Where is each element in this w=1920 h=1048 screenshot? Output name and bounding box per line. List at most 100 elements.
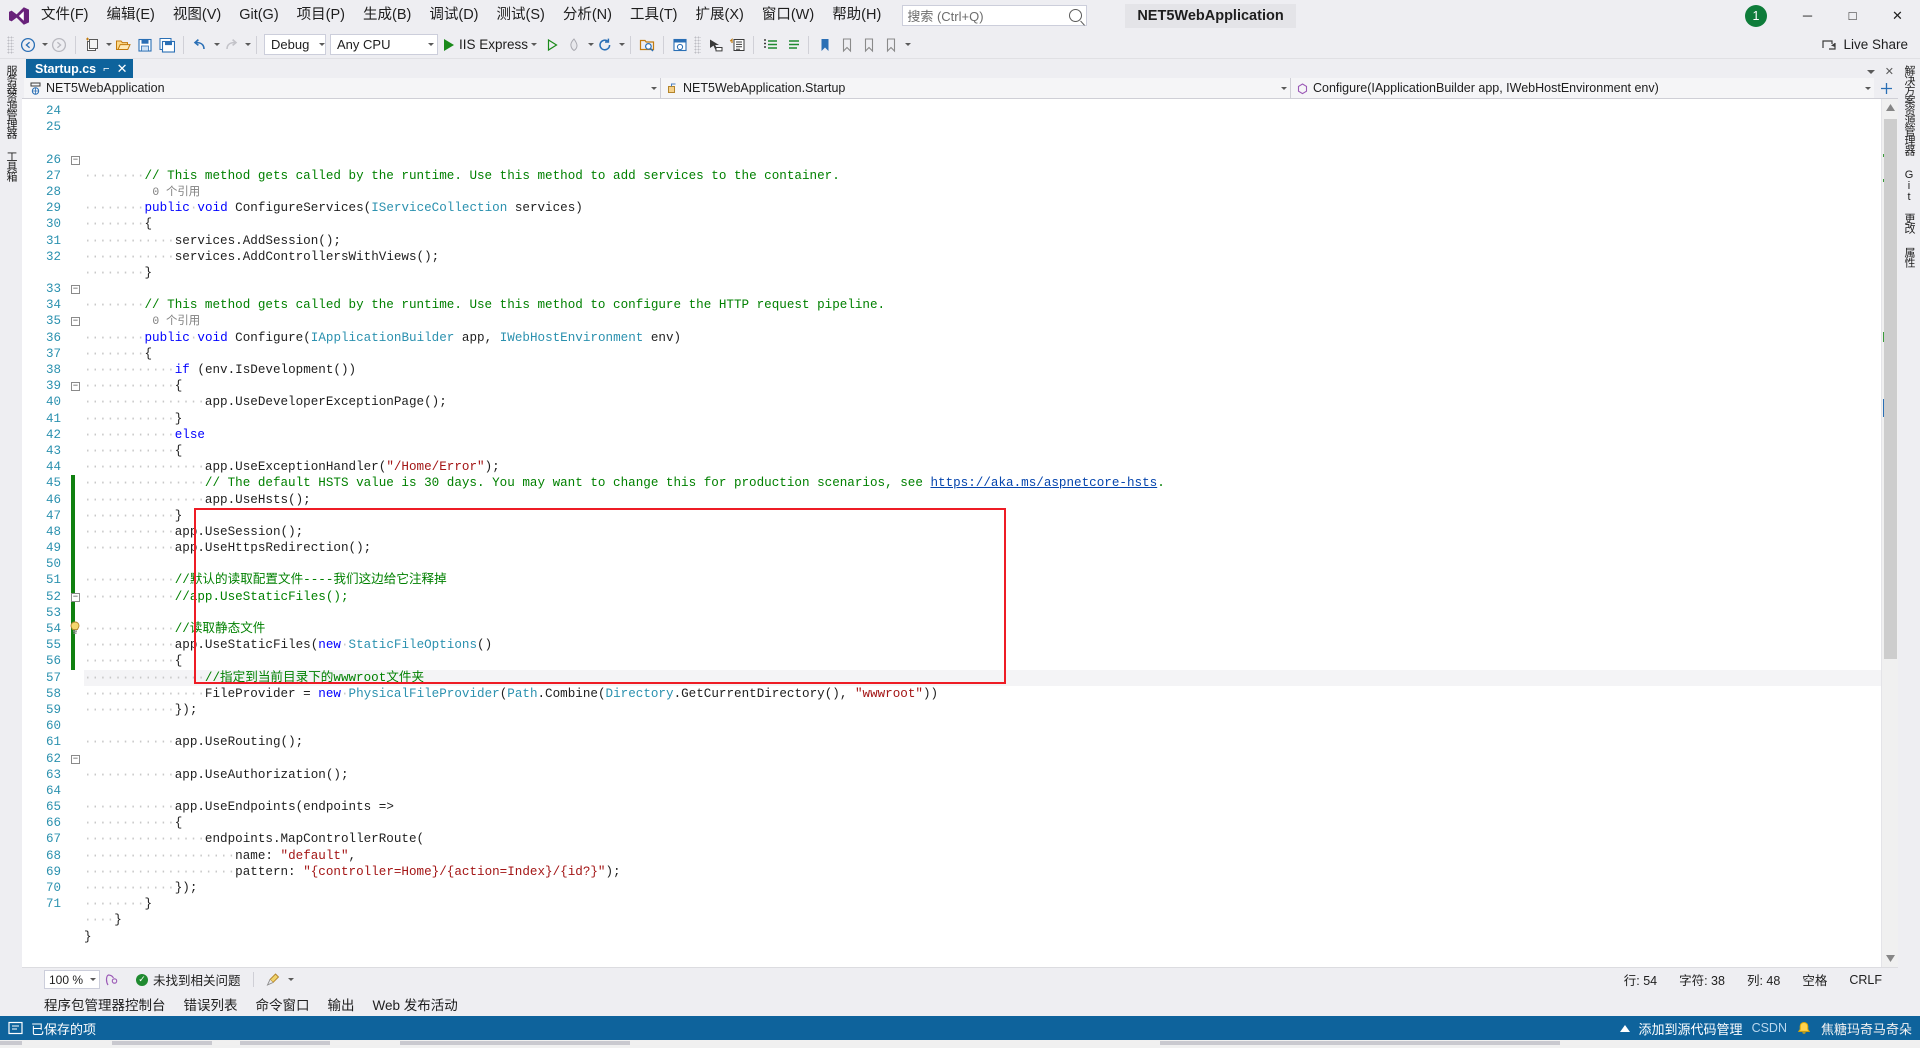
menu-tools[interactable]: 工具(T)	[621, 2, 687, 29]
navigate-backward-icon[interactable]	[17, 34, 39, 56]
menu-edit[interactable]: 编辑(E)	[98, 2, 164, 29]
zoom-level-combo[interactable]: 100 %	[44, 970, 100, 989]
code-line[interactable]: ············app.UseEndpoints(endpoints =…	[84, 799, 1881, 815]
issues-indicator[interactable]: ✓ 未找到相关问题	[136, 970, 241, 989]
code-line[interactable]: ············if (env.IsDevelopment())	[84, 362, 1881, 378]
menu-analyze[interactable]: 分析(N)	[554, 2, 621, 29]
navbar-member-combo[interactable]: Configure(IApplicationBuilder app, IWebH…	[1291, 78, 1874, 98]
menu-git[interactable]: Git(G)	[230, 2, 287, 29]
toolbar-grip-2[interactable]	[694, 36, 701, 54]
next-bookmark-icon[interactable]	[858, 34, 880, 56]
codelens-reference-count[interactable]: 0 个引用	[84, 316, 200, 328]
collapse-region-icon[interactable]: −	[71, 593, 80, 602]
code-line[interactable]: ············app.UseSession();	[84, 524, 1881, 540]
maximize-button[interactable]: □	[1830, 0, 1875, 31]
code-line[interactable]: ············app.UseStaticFiles(new·Stati…	[84, 637, 1881, 653]
code-line[interactable]: ············});	[84, 702, 1881, 718]
code-line[interactable]: ············//app.UseStaticFiles();	[84, 589, 1881, 605]
code-line[interactable]: ················FileProvider = new·Physi…	[84, 686, 1881, 702]
collapse-region-icon[interactable]: −	[71, 285, 80, 294]
code-line[interactable]: ········// This method gets called by th…	[84, 297, 1881, 313]
rail-tab-toolbox[interactable]: 工具箱	[5, 151, 17, 181]
tooltab-web-publish-activity[interactable]: Web 发布活动	[373, 994, 458, 1014]
line-ending-indicator[interactable]: CRLF	[1849, 973, 1882, 987]
active-files-dropdown-icon[interactable]	[1867, 70, 1875, 74]
rail-tab-solution-explorer[interactable]: 解决方案资源管理器	[1903, 65, 1915, 155]
rail-tab-git-changes[interactable]: Git 更改	[1903, 169, 1915, 233]
scroll-up-icon[interactable]	[1882, 99, 1899, 116]
code-line[interactable]	[84, 152, 1881, 168]
toolbox-window-icon[interactable]	[726, 34, 748, 56]
navigate-forward-icon[interactable]	[48, 34, 70, 56]
menu-extensions[interactable]: 扩展(X)	[687, 2, 753, 29]
code-line[interactable]: ············{	[84, 443, 1881, 459]
open-file-icon[interactable]	[112, 34, 134, 56]
tooltab-command-window[interactable]: 命令窗口	[256, 994, 310, 1014]
rail-tab-server-explorer[interactable]: 服务器资源管理器	[5, 65, 17, 137]
close-group-icon[interactable]: ✕	[1885, 68, 1894, 76]
scroll-down-icon[interactable]	[1882, 950, 1899, 967]
code-line[interactable]: ············services.AddSession();	[84, 233, 1881, 249]
collapse-region-icon[interactable]: −	[71, 755, 80, 764]
code-line[interactable]: 0 个引用	[84, 184, 1881, 200]
navbar-type-combo[interactable]: NET5WebApplication.Startup	[661, 78, 1291, 98]
code-line[interactable]: ········}	[84, 896, 1881, 912]
minimize-button[interactable]: ─	[1785, 0, 1830, 31]
code-line[interactable]: ················app.UseDeveloperExceptio…	[84, 394, 1881, 410]
restart-dropdown-icon[interactable]	[619, 43, 625, 46]
code-line[interactable]: ········// This method gets called by th…	[84, 168, 1881, 184]
code-line[interactable]: ········{	[84, 346, 1881, 362]
search-solution-explorer-icon[interactable]	[636, 34, 658, 56]
code-line[interactable]: ················endpoints.MapControllerR…	[84, 831, 1881, 847]
live-share-button[interactable]: Live Share	[1821, 37, 1908, 53]
code-line[interactable]: ················// The default HSTS valu…	[84, 475, 1881, 491]
code-line[interactable]: ············}	[84, 508, 1881, 524]
code-line[interactable]: ········public·void Configure(IApplicati…	[84, 330, 1881, 346]
menu-build[interactable]: 生成(B)	[354, 2, 420, 29]
code-line[interactable]	[84, 945, 1881, 961]
collapse-region-icon[interactable]: −	[71, 156, 80, 165]
code-line[interactable]	[84, 605, 1881, 621]
new-project-icon[interactable]	[81, 34, 103, 56]
code-line[interactable]: }	[84, 929, 1881, 945]
solution-configuration-combo[interactable]: Debug	[264, 34, 326, 55]
quick-actions-lightbulb-icon[interactable]	[69, 621, 81, 635]
solution-explorer-window-icon[interactable]	[669, 34, 691, 56]
code-cleanup-button[interactable]	[266, 972, 294, 987]
menu-project[interactable]: 项目(P)	[288, 2, 354, 29]
redo-dropdown-icon[interactable]	[245, 43, 251, 46]
document-tab-startup-cs[interactable]: Startup.cs ⌐ ✕	[26, 59, 133, 78]
code-line[interactable]: ····················name: "default",	[84, 848, 1881, 864]
menu-window[interactable]: 窗口(W)	[753, 2, 823, 29]
menu-file[interactable]: 文件(F)	[32, 2, 98, 29]
code-line[interactable]: ············//读取静态文件	[84, 621, 1881, 637]
code-line[interactable]: ············app.UseHttpsRedirection();	[84, 540, 1881, 556]
start-debugging-button[interactable]: IIS Express	[440, 34, 541, 56]
navbar-project-combo[interactable]: NET5WebApplication	[24, 78, 661, 98]
code-editor[interactable]: 2425262728293031323334353637383940414243…	[22, 99, 1898, 967]
properties-window-icon[interactable]	[704, 34, 726, 56]
source-control-upload-icon[interactable]	[1620, 1025, 1630, 1032]
vertical-scrollbar[interactable]	[1881, 99, 1898, 967]
save-icon[interactable]	[134, 34, 156, 56]
toolbar-overflow-icon[interactable]	[905, 43, 911, 46]
code-line[interactable]: ············app.UseAuthorization();	[84, 767, 1881, 783]
close-button[interactable]: ✕	[1875, 0, 1920, 31]
hot-reload-icon[interactable]	[563, 34, 585, 56]
pin-icon[interactable]: ⌐	[103, 63, 109, 75]
tooltab-error-list[interactable]: 错误列表	[184, 994, 238, 1014]
collapse-region-icon[interactable]: −	[71, 317, 80, 326]
code-line[interactable]: ············{	[84, 815, 1881, 831]
task-list-icon[interactable]	[759, 34, 781, 56]
code-line[interactable]: ············{	[84, 653, 1881, 669]
code-text[interactable]: ········// This method gets called by th…	[84, 99, 1881, 967]
add-to-source-control-label[interactable]: 添加到源代码管理	[1639, 1019, 1743, 1038]
solution-platform-combo[interactable]: Any CPU	[330, 34, 438, 55]
undo-icon[interactable]	[189, 34, 211, 56]
code-line[interactable]: ············else	[84, 427, 1881, 443]
toolbar-grip[interactable]	[7, 36, 14, 54]
scrollbar-thumb[interactable]	[1884, 119, 1897, 659]
code-line[interactable]: ············services.AddControllersWithV…	[84, 249, 1881, 265]
bookmark-icon[interactable]	[814, 34, 836, 56]
redo-icon[interactable]	[220, 34, 242, 56]
